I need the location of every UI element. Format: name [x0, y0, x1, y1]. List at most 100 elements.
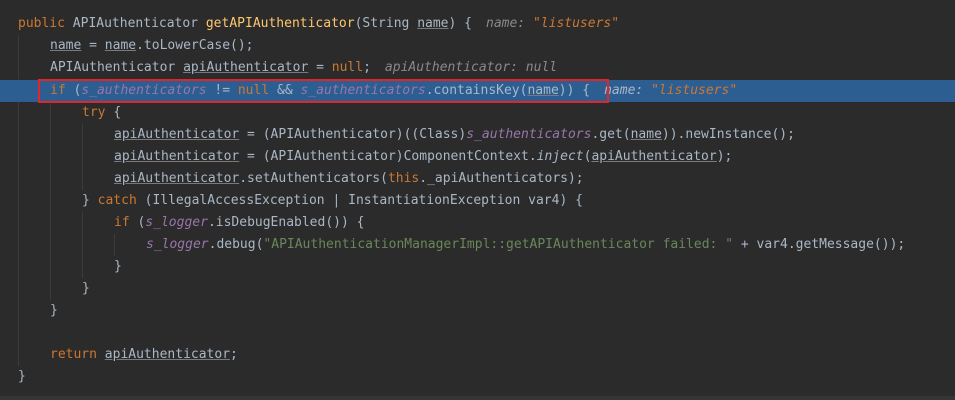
code-text: apiAuthenticator = (APIAuthenticator)((C…: [114, 124, 795, 146]
inlay-hint-value: "listusers": [532, 16, 620, 31]
code-line[interactable]: if (s_logger.isDebugEnabled()) {: [0, 212, 955, 234]
code-token: APIAuthenticator: [72, 16, 206, 31]
code-token: "APIAuthenticationManagerImpl::getAPIAut…: [263, 237, 734, 252]
code-line[interactable]: apiAuthenticator = (APIAuthenticator)Com…: [0, 146, 955, 168]
inlay-hint: name: "listusers": [604, 83, 737, 98]
code-token: = (APIAuthenticator)ComponentContext.: [239, 149, 537, 164]
indent-guide: [50, 212, 51, 234]
code-line[interactable]: }: [0, 300, 955, 322]
code-token: return: [50, 347, 105, 362]
code-line[interactable]: try {: [0, 102, 955, 124]
indent-guide: [50, 190, 51, 212]
code-line[interactable]: s_logger.debug("APIAuthenticationManager…: [0, 234, 955, 256]
code-token: APIAuthenticator: [50, 60, 184, 75]
code-token: ;: [363, 60, 371, 75]
indent-guide: [18, 344, 19, 366]
code-line[interactable]: name = name.toLowerCase();: [0, 35, 955, 57]
code-token: =: [308, 60, 332, 75]
code-token: inject: [536, 149, 584, 164]
code-token: }: [50, 303, 58, 318]
code-token: ._apiAuthenticators);: [419, 171, 584, 186]
code-text: s_logger.debug("APIAuthenticationManager…: [146, 234, 905, 256]
code-token: + var4.getMessage());: [733, 237, 906, 252]
code-token: apiAuthenticator: [114, 149, 240, 164]
code-line[interactable]: }: [0, 366, 955, 388]
code-text: return apiAuthenticator;: [50, 344, 238, 366]
code-token: name: [527, 83, 559, 98]
code-token: null: [237, 83, 270, 98]
code-token: (IllegalAccessException | InstantiationE…: [144, 193, 583, 208]
code-line[interactable]: apiAuthenticator = (APIAuthenticator)((C…: [0, 124, 955, 146]
indent-guide: [50, 124, 51, 146]
indent-guide: [18, 278, 19, 300]
code-text: public APIAuthenticator getAPIAuthentica…: [18, 13, 619, 35]
indent-guide: [18, 146, 19, 168]
code-token: s_logger: [145, 215, 208, 230]
code-token: &&: [269, 83, 301, 98]
code-token: apiAuthenticator: [104, 347, 231, 362]
code-editor[interactable]: public APIAuthenticator getAPIAuthentica…: [0, 0, 955, 400]
code-token: = (APIAuthenticator)((Class): [239, 127, 467, 142]
indent-guide: [50, 234, 51, 256]
indent-guide: [82, 146, 83, 168]
code-token: }: [82, 193, 98, 208]
code-token: public: [18, 16, 73, 31]
indent-guide: [18, 234, 19, 256]
code-text: APIAuthenticator apiAuthenticator = null…: [50, 57, 557, 79]
code-token: s_authenticators: [81, 83, 207, 98]
code-token: .containsKey(: [425, 83, 528, 98]
code-token: try: [82, 105, 114, 120]
code-line[interactable]: }: [0, 278, 955, 300]
code-token: =: [81, 38, 105, 53]
code-line[interactable]: [0, 322, 955, 344]
code-token: }: [82, 281, 90, 296]
code-token: null: [331, 60, 364, 75]
indent-guide: [50, 278, 51, 300]
code-line[interactable]: APIAuthenticator apiAuthenticator = null…: [0, 57, 955, 79]
indent-guide: [18, 57, 19, 79]
code-token: ) {: [448, 16, 472, 31]
code-token: name: [417, 16, 449, 31]
horizontal-scrollbar[interactable]: [0, 396, 955, 400]
code-line[interactable]: return apiAuthenticator;: [0, 344, 955, 366]
current-code-line[interactable]: if (s_authenticators != null && s_authen…: [0, 80, 955, 102]
code-text: if (s_authenticators != null && s_authen…: [50, 80, 737, 102]
inlay-hint: name: "listusers": [486, 16, 619, 31]
code-line[interactable]: apiAuthenticator.setAuthenticators(this.…: [0, 168, 955, 190]
indent-guide: [50, 146, 51, 168]
code-text: apiAuthenticator = (APIAuthenticator)Com…: [114, 146, 732, 168]
code-token: }: [114, 259, 122, 274]
code-text: } catch (IllegalAccessException | Instan…: [82, 190, 583, 212]
indent-guide: [82, 124, 83, 146]
code-text: }: [50, 300, 58, 322]
code-token: {: [113, 105, 122, 120]
code-text: }: [114, 256, 122, 278]
indent-guide: [82, 256, 83, 278]
code-token: name: [104, 38, 137, 53]
inlay-hint-label: name:: [604, 83, 652, 98]
indent-guide: [18, 322, 19, 344]
code-token: .get(: [591, 127, 631, 142]
indent-guide: [82, 234, 83, 256]
code-line[interactable]: } catch (IllegalAccessException | Instan…: [0, 190, 955, 212]
code-token: (String: [354, 16, 418, 31]
indent-guide: [18, 168, 19, 190]
code-token: catch: [97, 193, 145, 208]
inlay-hint: apiAuthenticator: null: [385, 60, 557, 75]
code-token: )).newInstance();: [661, 127, 795, 142]
code-token: apiAuthenticator: [114, 127, 240, 142]
code-token: .toLowerCase();: [136, 38, 254, 53]
code-token: name: [50, 38, 82, 53]
indent-guide: [82, 212, 83, 234]
indent-guide: [50, 256, 51, 278]
code-token: apiAuthenticator: [183, 60, 309, 75]
indent-guide: [50, 168, 51, 190]
indent-guide: [18, 212, 19, 234]
code-line[interactable]: public APIAuthenticator getAPIAuthentica…: [0, 13, 955, 35]
code-line[interactable]: }: [0, 256, 955, 278]
indent-guide: [18, 102, 19, 124]
inlay-hint-label: name:: [486, 16, 533, 31]
code-text: name = name.toLowerCase();: [50, 35, 254, 57]
code-token: apiAuthenticator: [114, 171, 240, 186]
code-text: }: [18, 366, 26, 388]
